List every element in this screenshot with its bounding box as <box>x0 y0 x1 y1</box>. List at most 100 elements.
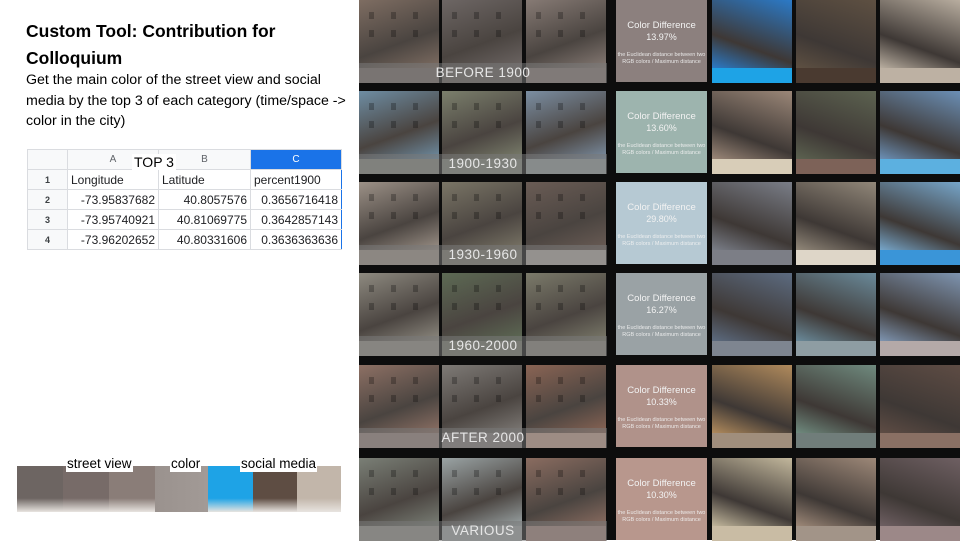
photo-detail <box>452 103 457 110</box>
cell-latitude[interactable]: 40.81069775 <box>158 209 251 230</box>
social-media-photo[interactable] <box>712 0 792 68</box>
street-view-photo[interactable] <box>442 365 522 433</box>
result-row: 1930-1960 Color Difference 29.80% the Eucli… <box>359 182 960 265</box>
photo-detail <box>474 377 479 384</box>
photo-detail <box>558 377 563 384</box>
street-view-photo[interactable] <box>442 458 522 526</box>
photo-detail <box>474 303 479 310</box>
era-label: 1930-1960 <box>359 245 607 265</box>
photo-detail <box>580 194 585 201</box>
social-media-color-strip <box>880 68 960 83</box>
social-media-color-strip <box>796 341 876 356</box>
photo-detail <box>580 377 585 384</box>
legend-label-street-view: street view <box>66 456 133 472</box>
photo-detail <box>369 285 374 292</box>
social-media-photo[interactable] <box>796 458 876 526</box>
color-difference-value: 29.80% <box>646 214 677 224</box>
color-difference-value: 10.30% <box>646 490 677 500</box>
color-difference-note: the Euclidean distance between two RGB c… <box>617 417 706 430</box>
row-header[interactable]: 1 <box>27 169 68 190</box>
social-media-photo[interactable] <box>712 458 792 526</box>
cell-longitude[interactable]: -73.95837682 <box>67 189 159 210</box>
era-label: BEFORE 1900 <box>359 63 607 83</box>
social-media-photo[interactable] <box>880 458 960 526</box>
column-header-c[interactable]: C <box>250 149 342 170</box>
cell-percent1900[interactable]: 0.3636363636 <box>250 229 342 250</box>
photo-detail <box>536 470 541 477</box>
social-media-photo[interactable] <box>796 182 876 250</box>
photo-detail <box>413 30 418 37</box>
header-latitude[interactable]: Latitude <box>158 169 251 190</box>
cell-latitude[interactable]: 40.8057576 <box>158 189 251 210</box>
photo-detail <box>474 488 479 495</box>
social-media-photo[interactable] <box>796 0 876 68</box>
social-media-photo[interactable] <box>880 182 960 250</box>
header-longitude[interactable]: Longitude <box>67 169 159 190</box>
color-difference-value: 13.97% <box>646 32 677 42</box>
social-media-photo[interactable] <box>712 182 792 250</box>
row-header[interactable]: 3 <box>27 209 68 230</box>
social-media-color-strip <box>880 341 960 356</box>
cell-longitude[interactable]: -73.95740921 <box>67 209 159 230</box>
social-media-photo[interactable] <box>796 273 876 341</box>
photo-detail <box>536 303 541 310</box>
photo-detail <box>413 212 418 219</box>
row-header[interactable]: 2 <box>27 189 68 210</box>
street-view-photo[interactable] <box>359 182 439 250</box>
social-media-photo[interactable] <box>880 0 960 68</box>
street-view-photo[interactable] <box>442 0 522 68</box>
social-media-photo[interactable] <box>712 365 792 433</box>
social-media-photo[interactable] <box>880 91 960 159</box>
photo-detail <box>558 285 563 292</box>
social-media-color-strip <box>796 526 876 541</box>
row-header[interactable]: 4 <box>27 229 68 250</box>
photo-detail <box>558 212 563 219</box>
street-view-photo[interactable] <box>359 91 439 159</box>
header-percent1900[interactable]: percent1900 <box>250 169 342 190</box>
photo-detail <box>391 285 396 292</box>
photo-detail <box>413 470 418 477</box>
social-media-photo[interactable] <box>796 91 876 159</box>
social-media-photo[interactable] <box>880 365 960 433</box>
photo-detail <box>452 12 457 19</box>
cell-percent1900[interactable]: 0.3656716418 <box>250 189 342 210</box>
color-difference-box: Color Difference 16.27% the Euclidean dist… <box>616 273 707 355</box>
photo-detail <box>536 194 541 201</box>
photo-detail <box>391 121 396 128</box>
social-media-photo[interactable] <box>796 365 876 433</box>
photo-detail <box>580 212 585 219</box>
street-view-photo[interactable] <box>442 182 522 250</box>
photo-detail <box>369 377 374 384</box>
color-difference-note: the Euclidean distance between two RGB c… <box>617 52 706 65</box>
street-view-photo[interactable] <box>526 273 606 341</box>
photo-detail <box>413 12 418 19</box>
photo-detail <box>391 30 396 37</box>
legend-photo-street-1 <box>17 466 63 512</box>
color-difference-box: Color Difference 29.80% the Euclidean dist… <box>616 182 707 264</box>
street-view-photo[interactable] <box>359 458 439 526</box>
corner-cell <box>27 149 68 170</box>
street-view-photo[interactable] <box>526 91 606 159</box>
street-view-photo[interactable] <box>359 365 439 433</box>
photo-detail <box>474 470 479 477</box>
legend-photo-street-3 <box>109 466 155 512</box>
street-view-photo[interactable] <box>442 273 522 341</box>
social-media-photo[interactable] <box>712 273 792 341</box>
street-view-photo[interactable] <box>526 458 606 526</box>
street-view-photo[interactable] <box>526 365 606 433</box>
cell-percent1900[interactable]: 0.3642857143 <box>250 209 342 230</box>
color-difference-note: the Euclidean distance between two RGB c… <box>617 325 706 338</box>
legend-photo-social-3 <box>297 466 341 512</box>
cell-latitude[interactable]: 40.80331606 <box>158 229 251 250</box>
photo-detail <box>580 488 585 495</box>
cell-longitude[interactable]: -73.96202652 <box>67 229 159 250</box>
social-media-photo[interactable] <box>712 91 792 159</box>
street-view-photo[interactable] <box>359 0 439 68</box>
street-view-photo[interactable] <box>359 273 439 341</box>
street-view-photo[interactable] <box>442 91 522 159</box>
results-grid: BEFORE 1900 Color Difference 13.97% the Euc… <box>359 0 960 541</box>
street-view-photo[interactable] <box>526 0 606 68</box>
social-media-photo[interactable] <box>880 273 960 341</box>
street-view-photo[interactable] <box>526 182 606 250</box>
photo-detail <box>496 30 501 37</box>
